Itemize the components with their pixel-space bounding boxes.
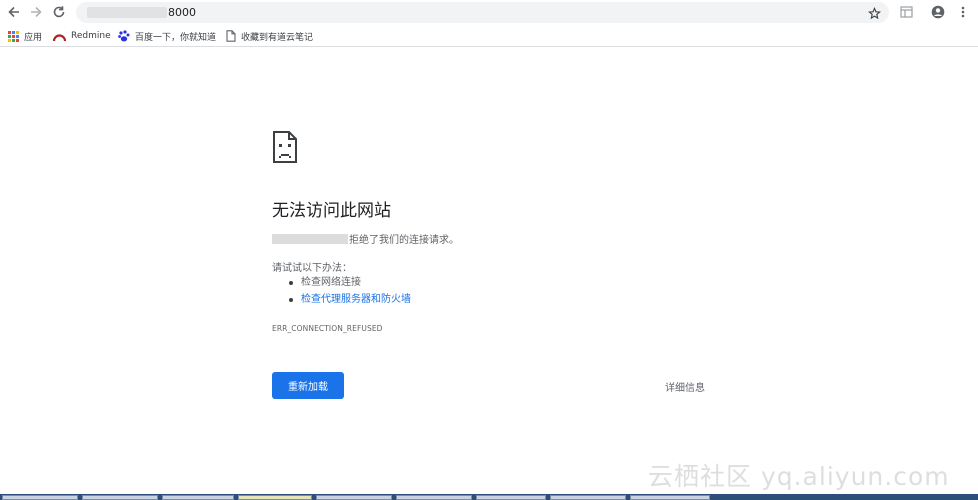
account-avatar-icon — [931, 5, 945, 19]
sad-document-icon — [273, 131, 297, 163]
taskbar-item[interactable] — [550, 495, 626, 500]
back-button[interactable] — [4, 3, 24, 21]
suggestions-list: 检查网络连接 检查代理服务器和防火墙 — [288, 276, 411, 310]
forward-arrow-icon — [31, 6, 42, 18]
bookmark-youdao[interactable]: 收藏到有道云笔记 — [226, 28, 313, 44]
bookmark-label: 应用 — [24, 32, 43, 43]
host-redacted-mask — [272, 233, 348, 244]
menu-button[interactable] — [953, 3, 973, 21]
address-bar[interactable]: 8000 — [76, 2, 889, 23]
bookmark-apps[interactable]: 应用 — [8, 28, 42, 44]
bookmark-star-icon[interactable] — [867, 5, 882, 24]
redmine-icon — [53, 33, 66, 41]
browser-toolbar: 8000 — [0, 0, 978, 25]
taskbar-item[interactable] — [162, 495, 234, 500]
profile-button[interactable] — [928, 3, 948, 21]
taskbar-item[interactable] — [316, 495, 392, 500]
extension-icon — [899, 6, 913, 18]
forward-button[interactable] — [26, 3, 46, 21]
bookmark-label: 百度一下，你就知道 — [135, 32, 217, 43]
refused-text: 拒绝了我们的连接请求。 — [349, 235, 459, 246]
bookmark-baidu[interactable]: 百度一下，你就知道 — [118, 28, 216, 44]
details-button[interactable]: 详细信息 — [665, 379, 705, 394]
taskbar-item[interactable] — [82, 495, 158, 500]
bookmark-label: Redmine — [71, 31, 111, 41]
suggestion-check-network: 检查网络连接 — [288, 276, 411, 293]
error-code: ERR_CONNECTION_REFUSED — [272, 324, 383, 333]
taskbar-item[interactable] — [476, 495, 546, 500]
baidu-paw-icon — [118, 30, 130, 42]
suggestion-check-proxy-link[interactable]: 检查代理服务器和防火墙 — [288, 293, 411, 310]
suggestions-title: 请试试以下办法： — [272, 263, 352, 274]
taskbar-item[interactable] — [238, 495, 312, 500]
bookmark-label: 收藏到有道云笔记 — [241, 32, 314, 43]
reload-toolbar-button[interactable] — [49, 3, 69, 21]
watermark: 云栖社区 yq.aliyun.com — [648, 462, 950, 491]
taskbar-item[interactable] — [630, 495, 710, 500]
url-redacted-mask — [87, 7, 167, 18]
apps-grid-icon — [8, 30, 19, 42]
extension-button[interactable] — [896, 3, 916, 21]
bookmarks-bar: 应用 Redmine 百度一下，你就知道 收藏到有道云笔记 — [0, 25, 978, 47]
kebab-menu-icon — [961, 6, 965, 18]
back-arrow-icon — [8, 6, 19, 18]
url-text: 8000 — [168, 6, 196, 19]
bookmark-redmine[interactable]: Redmine — [53, 28, 111, 44]
taskbar-item[interactable] — [2, 495, 78, 500]
error-heading: 无法访问此网站 — [272, 201, 391, 221]
taskbar — [0, 494, 978, 500]
taskbar-item[interactable] — [396, 495, 472, 500]
refresh-icon — [53, 6, 65, 18]
page-icon — [226, 30, 236, 42]
reload-button[interactable]: 重新加载 — [272, 372, 344, 399]
refused-message: 拒绝了我们的连接请求。 — [272, 231, 459, 246]
